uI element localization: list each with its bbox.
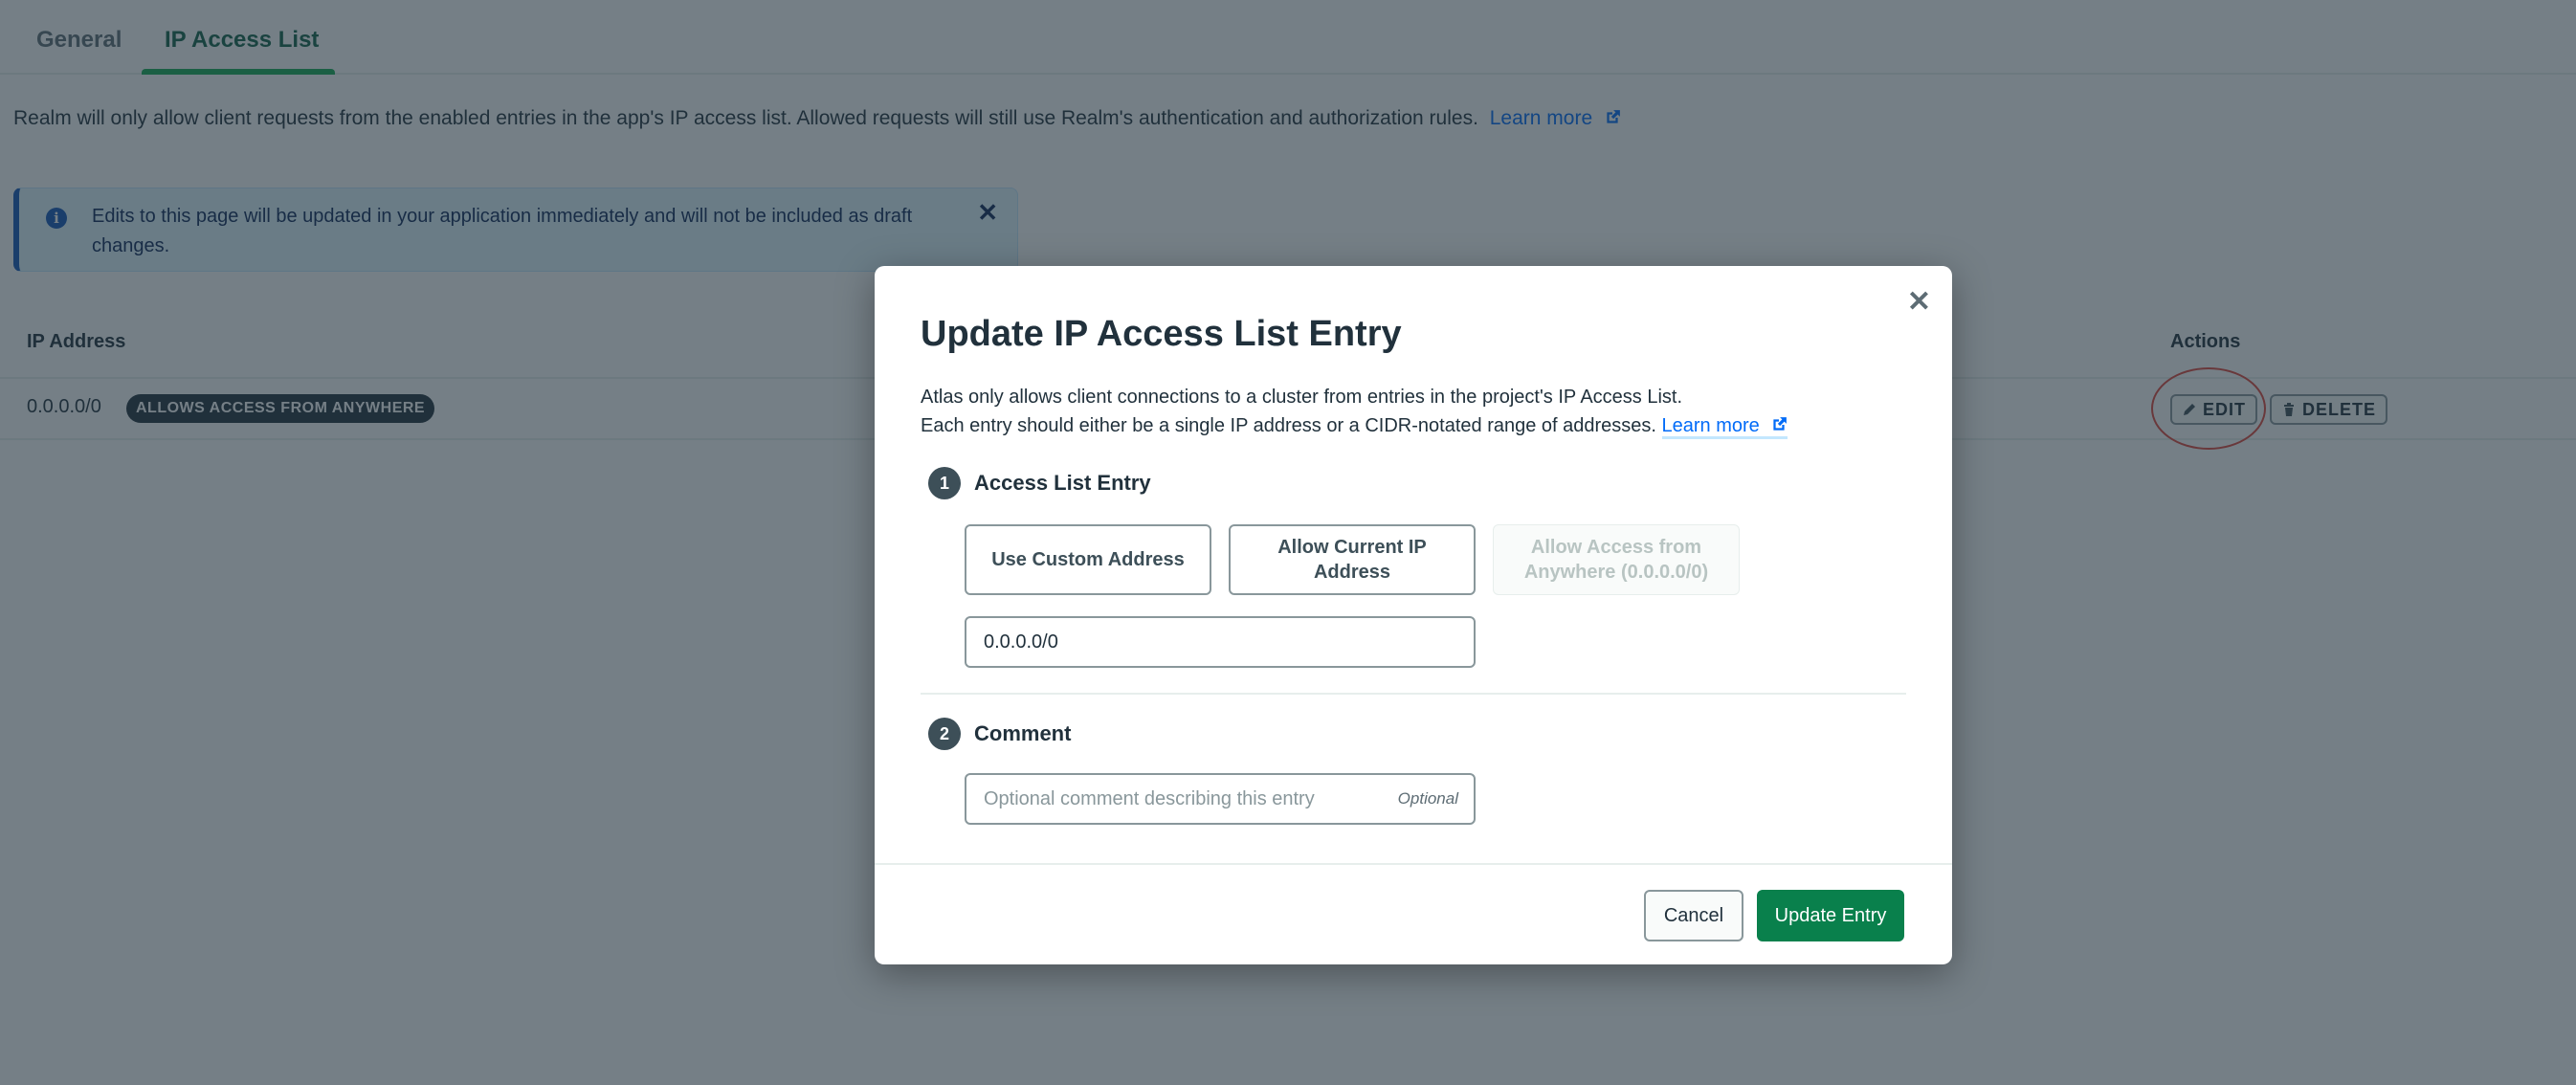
- footer-divider: [875, 863, 1952, 865]
- comment-input[interactable]: Optional comment describing this entry O…: [965, 773, 1476, 825]
- modal-learn-more-label: Learn more: [1661, 415, 1760, 436]
- update-entry-modal: ✕ Update IP Access List Entry Atlas only…: [875, 266, 1952, 964]
- cancel-button[interactable]: Cancel: [1644, 890, 1743, 941]
- external-link-icon: [1773, 417, 1788, 431]
- description-line-2: Each entry should either be a single IP …: [921, 411, 1788, 440]
- ip-address-input[interactable]: 0.0.0.0/0: [965, 616, 1476, 668]
- modal-title: Update IP Access List Entry: [921, 314, 1402, 354]
- section-divider: [921, 693, 1906, 695]
- description-line-1: Atlas only allows client connections to …: [921, 387, 1683, 408]
- description-line-2-text: Each entry should either be a single IP …: [921, 415, 1656, 436]
- allow-current-ip-button[interactable]: Allow Current IP Address: [1229, 524, 1476, 595]
- step-number-2: 2: [928, 718, 961, 750]
- step-comment: 2 Comment: [928, 718, 1071, 750]
- step-2-label: Comment: [974, 721, 1072, 745]
- modal-description: Atlas only allows client connections to …: [921, 383, 1788, 440]
- modal-close-icon[interactable]: ✕: [1907, 285, 1931, 319]
- comment-placeholder: Optional comment describing this entry: [984, 787, 1315, 809]
- allow-anywhere-button: Allow Access from Anywhere (0.0.0.0/0): [1493, 524, 1740, 595]
- step-number-1: 1: [928, 467, 961, 499]
- optional-tag: Optional: [1397, 789, 1458, 808]
- step-access-list-entry: 1 Access List Entry: [928, 467, 1151, 499]
- use-custom-address-button[interactable]: Use Custom Address: [965, 524, 1211, 595]
- modal-learn-more-link[interactable]: Learn more: [1661, 415, 1788, 439]
- step-1-label: Access List Entry: [974, 471, 1151, 495]
- update-entry-button[interactable]: Update Entry: [1757, 890, 1904, 941]
